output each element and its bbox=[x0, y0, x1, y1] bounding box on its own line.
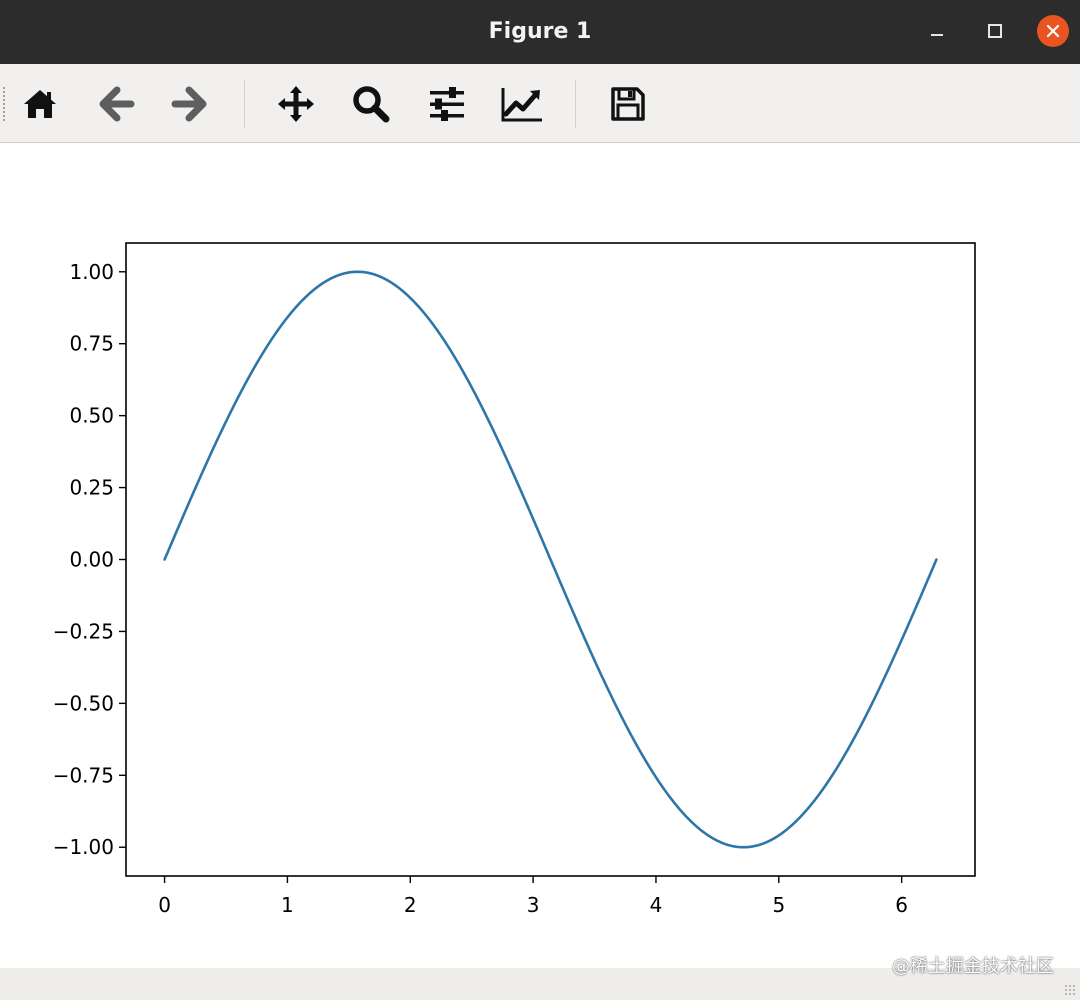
edit-axis-button[interactable] bbox=[498, 80, 546, 128]
minimize-button[interactable] bbox=[920, 14, 954, 48]
y-tick-label: 1.00 bbox=[69, 260, 114, 284]
figure-window: Figure 1 0 1 2 3 4 5 6 1.00 0.75 0.50 0.… bbox=[0, 0, 1080, 1000]
y-tick-label: −0.50 bbox=[53, 691, 114, 715]
close-button[interactable] bbox=[1036, 14, 1070, 48]
magnifier-icon bbox=[353, 86, 390, 123]
home-icon bbox=[24, 90, 56, 118]
arrow-right-icon bbox=[171, 86, 207, 122]
maximize-button[interactable] bbox=[978, 14, 1012, 48]
x-tick-label: 6 bbox=[895, 893, 908, 917]
sine-chart[interactable]: 0 1 2 3 4 5 6 1.00 0.75 0.50 0.25 0.00 −0.25 −0.50 −0.… bbox=[0, 143, 1080, 968]
y-tick-label: 0.50 bbox=[69, 404, 114, 428]
toolbar-separator bbox=[575, 80, 576, 128]
save-button[interactable] bbox=[604, 80, 652, 128]
arrow-left-icon bbox=[99, 86, 135, 122]
zoom-button[interactable] bbox=[347, 80, 395, 128]
back-button[interactable] bbox=[92, 80, 140, 128]
toolbar-separator bbox=[244, 80, 245, 128]
home-button[interactable] bbox=[16, 80, 64, 128]
navigation-toolbar bbox=[0, 64, 1080, 143]
minimize-icon bbox=[931, 34, 943, 36]
line-chart-icon bbox=[501, 88, 542, 122]
x-tick-label: 4 bbox=[650, 893, 663, 917]
x-tick-label: 0 bbox=[158, 893, 171, 917]
x-tick-label: 3 bbox=[527, 893, 540, 917]
resize-grip[interactable] bbox=[1064, 984, 1076, 996]
close-icon bbox=[1046, 24, 1060, 38]
toolbar-grip[interactable] bbox=[2, 86, 6, 122]
figure-canvas[interactable]: 0 1 2 3 4 5 6 1.00 0.75 0.50 0.25 0.00 −0.25 −0.50 −0.… bbox=[0, 143, 1080, 968]
y-tick-label: 0.75 bbox=[69, 332, 114, 356]
y-tick-label: 0.25 bbox=[69, 476, 114, 500]
maximize-icon bbox=[988, 24, 1002, 38]
pan-button[interactable] bbox=[272, 80, 320, 128]
y-tick-label: −0.25 bbox=[53, 619, 114, 643]
title-bar[interactable]: Figure 1 bbox=[0, 0, 1080, 64]
series-line bbox=[163, 270, 938, 849]
configure-subplots-button[interactable] bbox=[423, 80, 471, 128]
y-tick-label: 0.00 bbox=[69, 548, 114, 572]
sliders-icon bbox=[430, 87, 464, 121]
y-tick-label: −0.75 bbox=[53, 763, 114, 787]
forward-button[interactable] bbox=[166, 80, 214, 128]
floppy-disk-icon bbox=[611, 87, 645, 121]
x-tick-label: 2 bbox=[404, 893, 417, 917]
x-tick-label: 1 bbox=[281, 893, 294, 917]
close-button-circle bbox=[1037, 15, 1069, 47]
watermark-text: @稀土掘金技术社区 bbox=[892, 956, 1054, 977]
window-title: Figure 1 bbox=[488, 19, 592, 44]
x-tick-label: 5 bbox=[772, 893, 785, 917]
move-icon bbox=[278, 86, 314, 122]
y-tick-label: −1.00 bbox=[53, 835, 114, 859]
